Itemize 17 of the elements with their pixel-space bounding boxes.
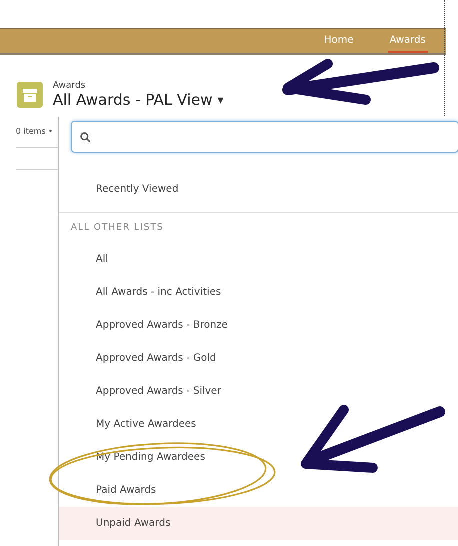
list-view-option[interactable]: Approved Awards - Silver (59, 375, 458, 408)
list-view-option[interactable]: Paid Awards (59, 474, 458, 507)
section-heading: ALL OTHER LISTS (70, 222, 165, 235)
list-view-option[interactable]: Approved Awards - Bronze (59, 309, 458, 342)
list-view-title: All Awards - PAL View (53, 91, 213, 109)
list-view-option[interactable]: Approved Awards - Gold (59, 342, 458, 375)
search-field[interactable] (71, 121, 458, 153)
list-view-caret[interactable]: ▾ (218, 93, 224, 107)
object-label: Awards (53, 81, 87, 91)
list-view-option[interactable]: My Active Awardees (59, 408, 458, 441)
list-view-option[interactable]: Recently Viewed (59, 173, 458, 206)
archive-box-icon (17, 82, 43, 108)
item-count: 0 items • (16, 127, 54, 136)
list-view-option[interactable]: Unpaid Awards (59, 507, 458, 540)
search-icon (80, 132, 91, 142)
list-view-option[interactable]: All (59, 243, 458, 276)
list-view-option[interactable]: All Awards - inc Activities (59, 276, 458, 309)
